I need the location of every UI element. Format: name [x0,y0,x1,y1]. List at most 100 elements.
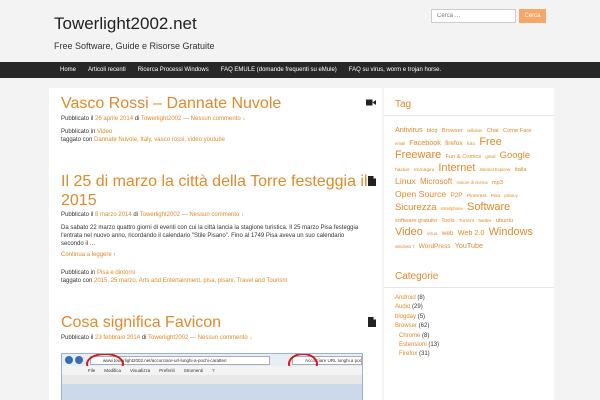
tag-link[interactable]: foto [467,142,475,147]
post-title[interactable]: Il 25 di marzo la città della Torre fest… [61,172,370,210]
post-date-link[interactable]: 26 aprile 2014 [95,116,133,122]
post-title[interactable]: Vasco Rossi – Dannate Nuvole [61,94,370,113]
tag-link[interactable]: cellulare [467,128,483,133]
tag-link[interactable]: software gratuito [395,218,437,224]
read-more-link[interactable]: Continua a leggere › [61,252,370,258]
category-item: Audio (29) [395,303,543,312]
tag-link[interactable]: twitter [478,219,491,224]
tag-link[interactable]: mp3 [492,180,503,186]
tag-link[interactable]: WordPress [419,243,451,250]
tag-link[interactable]: Google [500,150,530,161]
post-meta: Pubblicato il 23 febbraio 2014 di Towerl… [61,334,370,342]
screenshot-menu-item: Strumenti [183,368,203,373]
tag-link[interactable]: Sicurezza [395,202,436,213]
tags-links[interactable]: Dannate Nuvole, Italy, vasco rossi, vide… [94,137,225,143]
post-title-line2: 2015 [61,192,97,209]
tag-link[interactable]: Antivirus [395,125,423,134]
nav-item-faq-virus[interactable]: FAQ su virus, worm e trojan horse. [343,62,447,78]
category-count: (8) [415,295,425,301]
tag-link[interactable]: web [442,230,454,237]
category-link[interactable]: Firefox [399,351,417,357]
post-date-link[interactable]: 8 marzo 2014 [95,212,132,218]
nav-item-home[interactable]: Home [54,62,82,78]
tag-link[interactable]: hacker [395,168,410,173]
video-icon [366,99,376,106]
meta-separator: — [183,116,189,122]
tag-link[interactable]: ubuntu [496,218,513,224]
post-author-link[interactable]: Towerlight2002 [141,116,181,122]
tag-link[interactable]: gmail [485,154,495,159]
category-link[interactable]: Android [395,295,416,301]
post-date-link[interactable]: 23 febbraio 2014 [95,335,140,341]
search-button[interactable]: Cerca [519,9,546,23]
tag-link[interactable]: Linux [395,176,416,186]
tags-links[interactable]: 2015, 25 marzo, Arts and Entertainment, … [94,278,287,284]
tag-link[interactable]: Microsoft [420,177,452,186]
tag-link[interactable]: blog [427,128,438,134]
category-link[interactable]: Pisa e dintorni [97,270,135,276]
search-input[interactable] [431,9,516,23]
category-link[interactable]: Chrome [399,333,420,339]
tag-link[interactable]: Immagini [414,168,434,173]
tag-link[interactable]: windows 7 [395,244,415,249]
tag-link[interactable]: YouTube [455,241,483,250]
category-list: Android (8) Audio (29) blogday (5) Browser … [384,288,554,360]
category-link[interactable]: Browser [395,323,417,329]
tag-link[interactable]: italia [515,167,527,173]
tag-link[interactable]: virus [427,232,437,237]
tag-link[interactable]: email [395,141,405,146]
document-icon [368,317,376,327]
nav-item-process-search[interactable]: Ricerca Processi Windows [132,62,215,78]
tag-link[interactable]: Fun & Comics [445,154,481,160]
post-author-link[interactable]: Towerlight2002 [140,212,180,218]
post-meta: Pubblicato il 8 marzo 2014 di Towerlight… [61,211,370,219]
tag-link[interactable]: Facebook [409,138,441,147]
nav-item-recent-articles[interactable]: Articoli recenti [82,62,132,78]
tag-link[interactable]: Internet Explorer [480,167,511,172]
category-link[interactable]: blogday [395,314,416,320]
post-title[interactable]: Cosa significa Favicon [61,313,370,332]
tag-link[interactable]: motore di ricerca [456,180,487,185]
category-prefix: Pubblicato in [61,129,96,135]
category-count: (31) [417,351,430,358]
tag-link[interactable]: Tools [441,218,454,224]
tag-link[interactable]: Pinterest [467,194,487,199]
tag-link[interactable]: P2P [450,192,462,199]
tag-link[interactable]: Browser [442,128,463,134]
tag-link[interactable]: privacy [504,193,517,198]
screenshot-menu-item: ? [212,368,215,373]
site-tagline: Free Software, Guide e Risorse Gratuite [54,41,215,51]
tag-link[interactable]: Free [479,136,502,148]
post-category: Pubblicato in Video [61,128,370,136]
tag-link[interactable]: Video [395,226,423,238]
tag-cloud: Antivirus blog Browser cellulare Chat Co… [384,116,554,252]
post-comments-link[interactable]: Nessun commento ↓ [198,335,253,341]
tag-link[interactable]: Chat [487,128,499,134]
category-link[interactable]: Video [97,129,112,135]
back-icon [65,356,73,364]
category-link[interactable]: Estensioni [399,342,427,348]
tag-link[interactable]: Pisa [491,194,501,199]
nav-item-faq-emule[interactable]: FAQ EMULE (domande frequenti su eMule) [215,62,343,78]
post-comments-link[interactable]: Nessun commento ↓ [189,212,244,218]
tag-link[interactable]: smartphone [441,206,463,211]
category-link[interactable]: Audio [395,304,410,310]
post-author-link[interactable]: Towerlight2002 [148,335,188,341]
site-title[interactable]: Towerlight2002.net [54,14,197,34]
tag-link[interactable]: Torrent [459,219,474,224]
tag-link[interactable]: Freeware [395,149,441,161]
post-comments-link[interactable]: Nessun commento ↓ [191,116,246,122]
category-prefix: Pubblicato in [61,270,96,276]
post-category: Pubblicato in Pisa e dintorni [61,269,370,277]
tag-link[interactable]: Software [467,201,510,213]
tag-link[interactable]: Internet [438,162,475,174]
screenshot-menu-item: Modifica [104,368,122,373]
meta-by: di [141,335,147,341]
tag-link[interactable]: Windows [489,226,533,238]
tag-link[interactable]: Open Source [395,189,446,199]
excerpt-line: l'entrata nel nuovo anno, ricordando il … [61,233,345,239]
meta-prefix: Pubblicato il [61,335,94,341]
tag-link[interactable]: Come Fare [503,128,531,134]
tag-link[interactable]: firefox [445,140,463,147]
tag-link[interactable]: Web 2.0 [458,228,485,237]
